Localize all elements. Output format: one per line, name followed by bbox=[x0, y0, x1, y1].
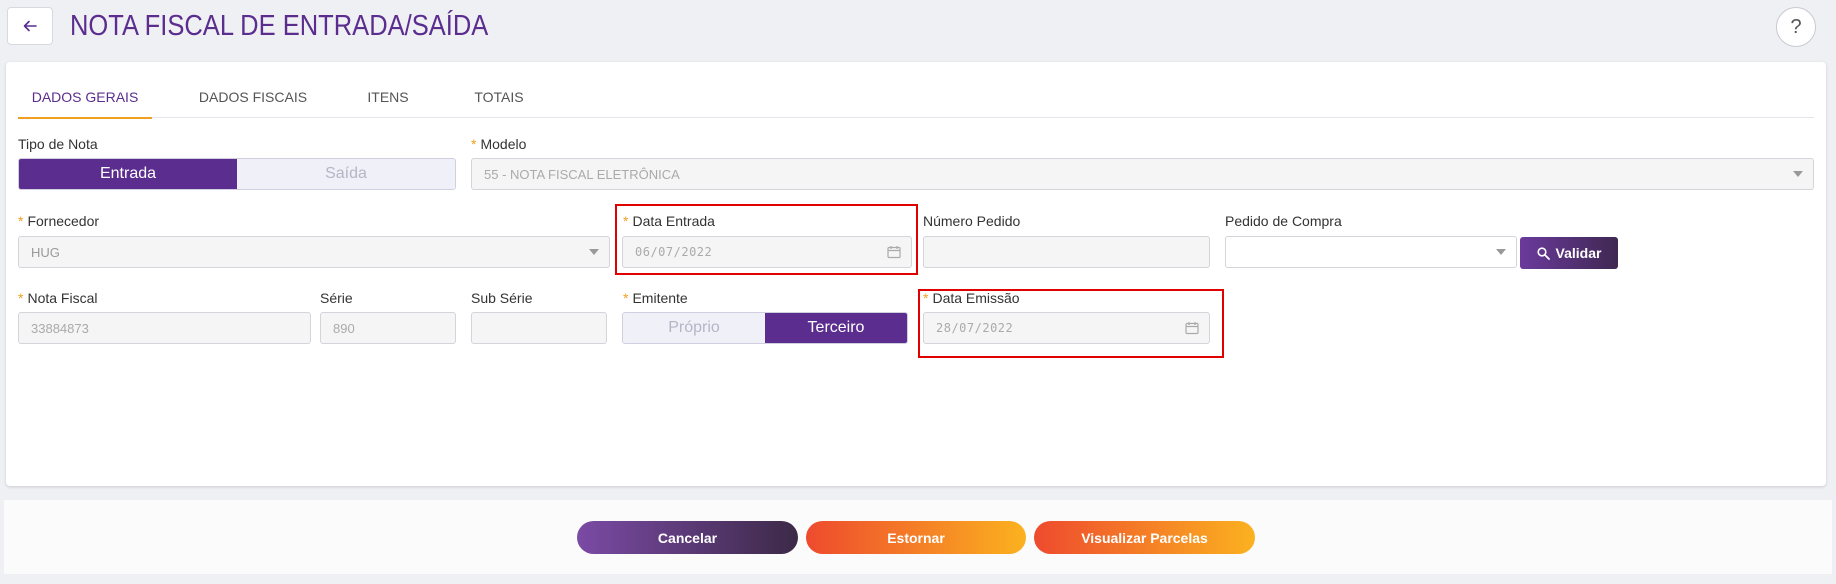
validar-button[interactable]: Validar bbox=[1520, 237, 1618, 269]
emitente-toggle: Próprio Terceiro bbox=[622, 312, 908, 344]
data-entrada-label: * Data Entrada bbox=[623, 213, 715, 229]
pedido-compra-select[interactable] bbox=[1225, 236, 1517, 268]
tab-itens[interactable]: ITENS bbox=[358, 74, 418, 118]
arrow-left-icon bbox=[23, 20, 37, 32]
search-icon bbox=[1536, 246, 1550, 260]
nota-fiscal-label: * Nota Fiscal bbox=[18, 290, 98, 306]
estornar-button[interactable]: Estornar bbox=[806, 521, 1026, 554]
tipo-nota-saida-option[interactable]: Saída bbox=[237, 159, 455, 189]
nota-fiscal-value: 33884873 bbox=[31, 320, 89, 336]
fornecedor-label: * Fornecedor bbox=[18, 213, 100, 229]
nota-fiscal-input[interactable]: 33884873 bbox=[18, 312, 311, 344]
data-emissao-value: 28/07/2022 bbox=[936, 321, 1014, 335]
serie-value: 890 bbox=[333, 320, 355, 336]
chevron-down-icon bbox=[589, 249, 599, 255]
chevron-down-icon bbox=[1496, 249, 1506, 255]
numero-pedido-label: Número Pedido bbox=[923, 213, 1021, 229]
back-button[interactable] bbox=[7, 7, 53, 45]
tab-dados-gerais[interactable]: DADOS GERAIS bbox=[18, 74, 152, 119]
help-button[interactable]: ? bbox=[1776, 7, 1816, 47]
serie-input[interactable]: 890 bbox=[320, 312, 456, 344]
data-entrada-field[interactable]: 06/07/2022 bbox=[622, 236, 912, 268]
validar-label: Validar bbox=[1555, 245, 1602, 261]
page-title: NOTA FISCAL DE ENTRADA/SAÍDA bbox=[70, 10, 489, 42]
modelo-select[interactable]: 55 - NOTA FISCAL ELETRÔNICA bbox=[471, 158, 1814, 190]
form-card: DADOS GERAIS DADOS FISCAIS ITENS TOTAIS … bbox=[6, 62, 1826, 486]
fornecedor-value: HUG bbox=[31, 244, 60, 260]
modelo-value: 55 - NOTA FISCAL ELETRÔNICA bbox=[484, 166, 680, 182]
emitente-terceiro-option[interactable]: Terceiro bbox=[765, 313, 907, 343]
serie-label: Série bbox=[320, 290, 353, 306]
fornecedor-select[interactable]: HUG bbox=[18, 236, 610, 268]
calendar-icon bbox=[887, 246, 901, 259]
tab-dados-fiscais[interactable]: DADOS FISCAIS bbox=[193, 74, 313, 118]
numero-pedido-input[interactable] bbox=[923, 236, 1210, 268]
calendar-icon bbox=[1185, 322, 1199, 335]
cancel-button[interactable]: Cancelar bbox=[577, 521, 798, 554]
tipo-nota-toggle: Entrada Saída bbox=[18, 158, 456, 190]
tab-bar: DADOS GERAIS DADOS FISCAIS ITENS TOTAIS bbox=[18, 74, 1814, 119]
pedido-compra-label: Pedido de Compra bbox=[1225, 213, 1342, 229]
modelo-label: * Modelo bbox=[471, 136, 527, 152]
emitente-proprio-option[interactable]: Próprio bbox=[623, 313, 765, 343]
sub-serie-input[interactable] bbox=[471, 312, 607, 344]
data-emissao-label: * Data Emissão bbox=[923, 290, 1020, 306]
page-header: NOTA FISCAL DE ENTRADA/SAÍDA ? bbox=[0, 0, 1836, 56]
data-entrada-value: 06/07/2022 bbox=[635, 245, 713, 259]
emitente-label: * Emitente bbox=[623, 290, 688, 306]
data-emissao-field[interactable]: 28/07/2022 bbox=[923, 312, 1210, 344]
tab-totais[interactable]: TOTAIS bbox=[464, 74, 534, 118]
tipo-nota-entrada-option[interactable]: Entrada bbox=[19, 159, 237, 189]
sub-serie-label: Sub Série bbox=[471, 290, 533, 306]
visualizar-parcelas-button[interactable]: Visualizar Parcelas bbox=[1034, 521, 1255, 554]
tipo-nota-label: Tipo de Nota bbox=[18, 136, 98, 152]
chevron-down-icon bbox=[1793, 171, 1803, 177]
